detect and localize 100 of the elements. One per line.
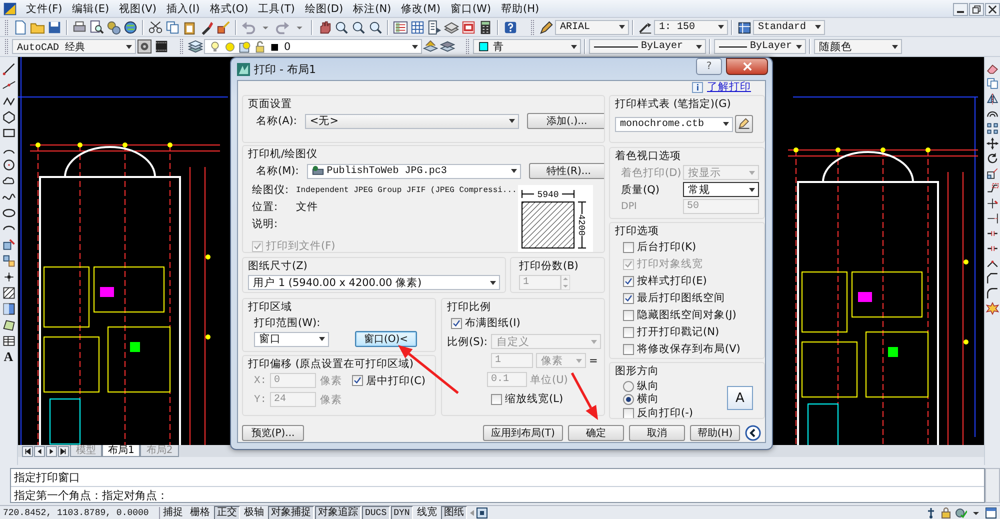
trim-icon[interactable] bbox=[986, 197, 999, 210]
minimize-button[interactable] bbox=[953, 2, 968, 16]
move-icon[interactable] bbox=[986, 137, 999, 150]
next-page-button[interactable] bbox=[46, 446, 57, 457]
printer-icon[interactable] bbox=[72, 20, 87, 34]
menu-item[interactable]: 文件(F) bbox=[21, 2, 68, 16]
plot-style-dropdown[interactable]: monochrome.ctb bbox=[615, 116, 733, 132]
last-page-button[interactable] bbox=[58, 446, 69, 457]
checkbox[interactable] bbox=[623, 276, 634, 286]
scrollbar[interactable] bbox=[985, 468, 1000, 503]
rotate-icon[interactable] bbox=[986, 152, 999, 165]
extend-icon[interactable] bbox=[986, 212, 999, 225]
ellipse-icon[interactable] bbox=[2, 206, 16, 220]
status-toggle[interactable]: DUCS bbox=[362, 506, 390, 519]
insert-block-icon[interactable] bbox=[2, 238, 16, 252]
checkbox[interactable] bbox=[623, 310, 634, 320]
copy-icon[interactable] bbox=[165, 20, 180, 34]
viewport-icon[interactable] bbox=[476, 506, 488, 518]
status-toggle[interactable]: 正交 bbox=[214, 506, 240, 519]
layer-dropdown[interactable]: 0 bbox=[204, 39, 422, 54]
status-toggle[interactable]: 线宽 bbox=[414, 506, 440, 519]
settings-icon[interactable] bbox=[137, 39, 152, 54]
add-button[interactable]: 添加(.)... bbox=[526, 113, 604, 129]
checkbox[interactable] bbox=[623, 326, 634, 338]
polyline-icon[interactable] bbox=[2, 94, 16, 108]
lock-icon[interactable] bbox=[940, 506, 952, 518]
collapse-icon[interactable] bbox=[745, 425, 761, 441]
zoom-icon[interactable] bbox=[368, 20, 383, 34]
pin-icon[interactable] bbox=[925, 506, 937, 518]
rectangle-icon[interactable] bbox=[2, 126, 16, 140]
menu-item[interactable]: 编辑(E) bbox=[67, 2, 114, 16]
text-style-dropdown[interactable]: ARIAL bbox=[555, 20, 629, 34]
brush-icon[interactable] bbox=[199, 20, 214, 34]
line-icon[interactable] bbox=[2, 62, 16, 76]
previous-page-button[interactable] bbox=[34, 446, 45, 457]
linetype-dropdown[interactable]: ByLayer bbox=[589, 39, 706, 54]
save-icon[interactable] bbox=[47, 20, 62, 34]
plot-range-dropdown[interactable]: 窗口 bbox=[254, 332, 329, 346]
status-toggle[interactable]: 极轴 bbox=[241, 506, 267, 519]
checkbox[interactable] bbox=[491, 394, 502, 404]
color-dropdown[interactable]: 青 bbox=[473, 39, 581, 54]
command-window[interactable]: 指定打印窗口 指定第一个角点：指定对角点： bbox=[10, 468, 985, 503]
hatch-icon[interactable] bbox=[2, 286, 16, 300]
mirror-icon[interactable] bbox=[986, 92, 999, 105]
array-icon[interactable] bbox=[986, 122, 999, 135]
menu-item[interactable]: 绘图(D) bbox=[300, 2, 348, 16]
window-button[interactable]: 窗口(O)< bbox=[355, 331, 417, 347]
menu-item[interactable]: 修改(M) bbox=[396, 2, 446, 16]
properties-button[interactable]: 特性(R)... bbox=[528, 163, 604, 179]
properties-icon[interactable] bbox=[393, 20, 408, 34]
checkbox[interactable] bbox=[623, 242, 634, 252]
paper-size-dropdown[interactable]: 用户 1 (5940.00 x 4200.00 像素) bbox=[248, 275, 500, 290]
globe-icon[interactable] bbox=[123, 20, 138, 34]
layers-icon[interactable] bbox=[440, 39, 455, 54]
status-toggle[interactable]: 对象捕捉 bbox=[268, 506, 314, 519]
command-prompt[interactable]: 指定第一个角点：指定对角点： bbox=[11, 486, 984, 503]
clipboard-icon[interactable] bbox=[182, 20, 197, 34]
table-icon[interactable] bbox=[2, 334, 16, 348]
scale-icon[interactable] bbox=[986, 167, 999, 180]
fillet-icon[interactable] bbox=[986, 287, 999, 300]
block-icon[interactable] bbox=[2, 254, 16, 268]
tool-palette-icon[interactable] bbox=[427, 20, 442, 34]
printer-dropdown[interactable]: PublishToWeb JPG.pc3 bbox=[306, 164, 521, 178]
help-button[interactable]: ? bbox=[696, 58, 722, 75]
cancel-button[interactable]: 取消 bbox=[629, 425, 685, 441]
status-toggle[interactable]: 对象追踪 bbox=[315, 506, 361, 519]
chamfer-icon[interactable] bbox=[986, 272, 999, 285]
polygon-icon[interactable] bbox=[2, 110, 16, 124]
menu-item[interactable]: 视图(V) bbox=[114, 2, 162, 16]
preview-button[interactable]: 预览(P)... bbox=[242, 425, 304, 441]
apply-button[interactable]: 应用到布局(T) bbox=[483, 425, 563, 441]
layers-icon[interactable] bbox=[188, 39, 203, 54]
zoom-icon[interactable] bbox=[334, 20, 349, 34]
menu-item[interactable]: 帮助(H) bbox=[496, 2, 544, 16]
app-logo-icon[interactable] bbox=[3, 2, 17, 16]
region-icon[interactable] bbox=[2, 318, 16, 332]
layout-tab[interactable]: 布局1 bbox=[102, 445, 140, 457]
help-icon[interactable] bbox=[503, 20, 518, 34]
first-page-button[interactable] bbox=[22, 446, 33, 457]
status-toggle[interactable]: DYN bbox=[390, 506, 413, 519]
checkbox[interactable] bbox=[623, 408, 634, 418]
help-button[interactable]: 帮助(H) bbox=[690, 425, 740, 441]
status-toggle[interactable]: 图纸 bbox=[440, 506, 467, 519]
sheet-stack-icon[interactable] bbox=[444, 20, 459, 34]
close-button[interactable] bbox=[985, 2, 1000, 16]
table-style-dropdown[interactable]: Standard bbox=[753, 20, 825, 34]
menu-item[interactable]: 窗口(W) bbox=[445, 2, 496, 16]
line-icon[interactable] bbox=[2, 78, 16, 92]
menu-item[interactable]: 工具(T) bbox=[253, 2, 300, 16]
checkbox[interactable] bbox=[451, 318, 462, 328]
table-style-icon[interactable] bbox=[737, 20, 752, 34]
checkbox[interactable] bbox=[623, 344, 634, 354]
explode-icon[interactable] bbox=[986, 302, 999, 315]
status-toggle[interactable]: 栅格 bbox=[187, 506, 213, 519]
markup-icon[interactable] bbox=[461, 20, 476, 34]
restore-button[interactable] bbox=[969, 2, 984, 16]
gradient-icon[interactable] bbox=[2, 302, 16, 316]
edit-button[interactable] bbox=[735, 115, 753, 133]
radio-button[interactable] bbox=[623, 380, 634, 392]
lineweight-dropdown[interactable]: ByLayer bbox=[714, 39, 806, 54]
